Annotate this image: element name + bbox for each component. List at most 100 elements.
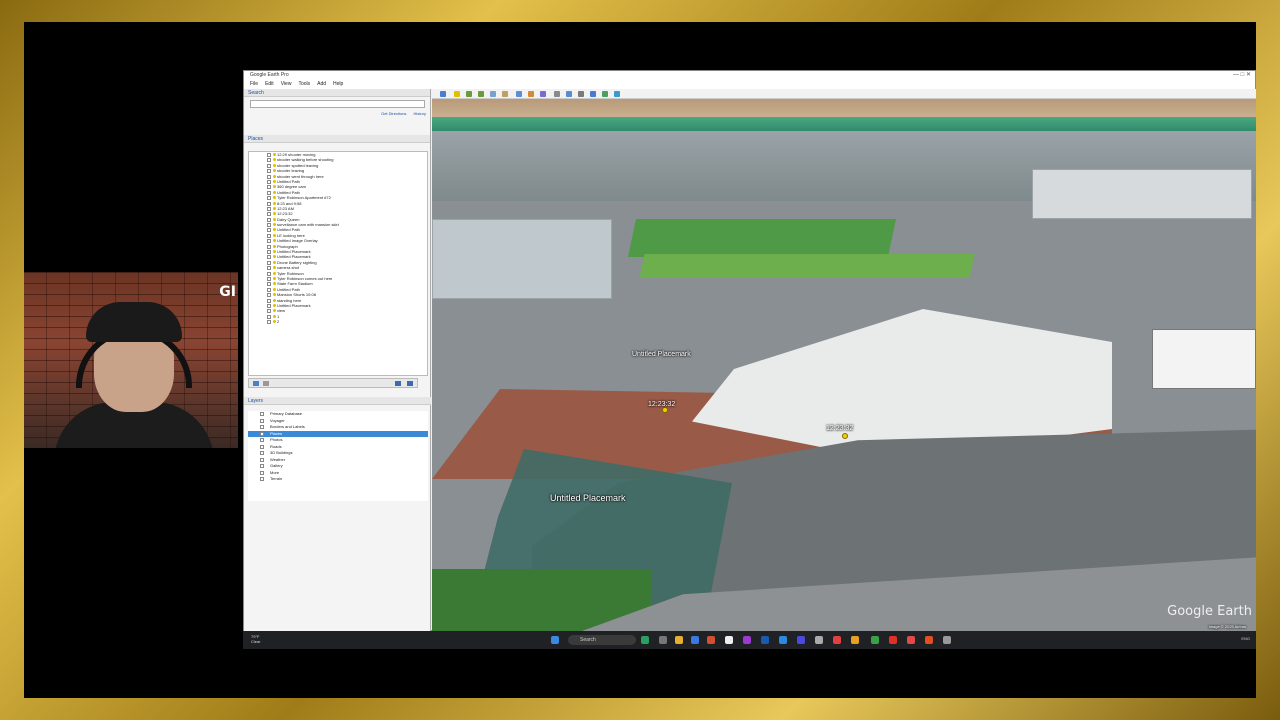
image-overlay-icon[interactable]: [490, 91, 496, 97]
checkbox[interactable]: [267, 196, 271, 201]
app-icon[interactable]: [725, 636, 733, 644]
checkbox[interactable]: [260, 418, 264, 423]
checkbox[interactable]: [267, 314, 271, 319]
move-down-button[interactable]: [407, 381, 413, 386]
menu-tools[interactable]: Tools: [298, 81, 310, 87]
checkbox[interactable]: [267, 185, 271, 190]
app-icon[interactable]: [833, 636, 841, 644]
email-icon[interactable]: [566, 91, 572, 97]
checkbox[interactable]: [267, 212, 271, 217]
checkbox[interactable]: [267, 217, 271, 222]
checkbox[interactable]: [260, 470, 264, 475]
search-places-button[interactable]: [253, 381, 259, 386]
add-path-icon[interactable]: [478, 91, 484, 97]
app-icon[interactable]: [925, 636, 933, 644]
app-icon[interactable]: [943, 636, 951, 644]
checkbox[interactable]: [267, 174, 271, 179]
filter-places-button[interactable]: [263, 381, 269, 386]
checkbox[interactable]: [267, 293, 271, 298]
window-controls[interactable]: — □ ✕: [1233, 71, 1251, 80]
checkbox[interactable]: [267, 271, 271, 276]
checkbox[interactable]: [260, 444, 264, 449]
3d-viewer[interactable]: Untitled Placemark 12:23:32 12:23:32 Unt…: [432, 89, 1256, 631]
checkbox[interactable]: [267, 190, 271, 195]
checkbox[interactable]: [267, 255, 271, 260]
checkbox[interactable]: [260, 464, 264, 468]
checkbox[interactable]: [260, 457, 264, 462]
checkbox[interactable]: [267, 260, 271, 265]
checkbox[interactable]: [267, 169, 271, 174]
checkbox[interactable]: [267, 206, 271, 211]
menu-add[interactable]: Add: [317, 81, 326, 87]
weather-widget[interactable]: 79°F Clear: [251, 634, 261, 644]
checkbox[interactable]: [267, 276, 271, 281]
checkbox[interactable]: [267, 303, 271, 308]
widget-icon[interactable]: [641, 636, 649, 644]
historical-imagery-icon[interactable]: [516, 91, 522, 97]
checkbox[interactable]: [267, 233, 271, 238]
app-icon[interactable]: [851, 636, 859, 644]
menu-file[interactable]: File: [250, 81, 258, 87]
checkbox[interactable]: [267, 250, 271, 255]
record-tour-icon[interactable]: [502, 91, 508, 97]
sidebar-toggle-icon[interactable]: [440, 91, 446, 97]
placemark-pin[interactable]: [842, 433, 848, 439]
get-directions-link[interactable]: Get Directions: [381, 111, 406, 116]
checkbox[interactable]: [260, 451, 264, 455]
placemark-label[interactable]: Untitled Placemark: [632, 351, 691, 358]
taskbar-search[interactable]: Search: [568, 635, 636, 645]
checkbox[interactable]: [267, 266, 271, 271]
chrome-icon[interactable]: [871, 636, 879, 644]
file-explorer-icon[interactable]: [675, 636, 683, 644]
checkbox[interactable]: [267, 179, 271, 184]
movie-maker-icon[interactable]: [614, 91, 620, 97]
edge-icon[interactable]: [691, 636, 699, 644]
checkbox[interactable]: [260, 425, 264, 429]
checkbox[interactable]: [267, 287, 271, 292]
placemark-time-label[interactable]: 12:23:32: [648, 401, 675, 408]
checkbox[interactable]: [260, 431, 264, 436]
print-icon[interactable]: [578, 91, 584, 97]
checkbox[interactable]: [267, 158, 271, 163]
layers-tree[interactable]: Primary Database Voyager Borders and Label…: [248, 411, 428, 501]
checkbox[interactable]: [267, 239, 271, 244]
checkbox[interactable]: [260, 477, 264, 481]
add-polygon-icon[interactable]: [466, 91, 472, 97]
checkbox[interactable]: [267, 298, 271, 303]
places-tree[interactable]: 12:29 shooter moving shooter walking befo…: [248, 151, 428, 376]
checkbox[interactable]: [267, 309, 271, 314]
app-icon[interactable]: [743, 636, 751, 644]
search-panel-header[interactable]: Search: [244, 89, 430, 97]
menu-edit[interactable]: Edit: [265, 81, 274, 87]
task-view-icon[interactable]: [659, 636, 667, 644]
app-icon[interactable]: [889, 636, 897, 644]
app-icon[interactable]: [797, 636, 805, 644]
placemark-label[interactable]: Untitled Placemark: [550, 493, 626, 503]
checkbox[interactable]: [267, 163, 271, 168]
google-maps-icon[interactable]: [602, 91, 608, 97]
places-panel-header[interactable]: Places: [244, 135, 430, 143]
checkbox[interactable]: [260, 412, 264, 416]
layer-item[interactable]: Terrain: [248, 476, 428, 483]
search-input[interactable]: [250, 100, 425, 108]
add-placemark-icon[interactable]: [454, 91, 460, 97]
sunlight-icon[interactable]: [528, 91, 534, 97]
checkbox[interactable]: [267, 223, 271, 228]
history-link[interactable]: History: [414, 111, 426, 116]
placemark-time-label[interactable]: 12:23:32: [826, 425, 853, 432]
place-item[interactable]: 2: [249, 319, 427, 325]
app-icon[interactable]: [907, 636, 915, 644]
layers-panel-header[interactable]: Layers: [244, 397, 431, 405]
save-image-icon[interactable]: [590, 91, 596, 97]
checkbox[interactable]: [267, 228, 271, 233]
checkbox[interactable]: [260, 438, 264, 442]
checkbox[interactable]: [267, 282, 271, 287]
planets-icon[interactable]: [540, 91, 546, 97]
app-icon[interactable]: [815, 636, 823, 644]
checkbox[interactable]: [267, 320, 271, 325]
checkbox[interactable]: [267, 244, 271, 249]
menu-help[interactable]: Help: [333, 81, 343, 87]
checkbox[interactable]: [267, 201, 271, 206]
facebook-icon[interactable]: [761, 636, 769, 644]
move-up-button[interactable]: [395, 381, 401, 386]
